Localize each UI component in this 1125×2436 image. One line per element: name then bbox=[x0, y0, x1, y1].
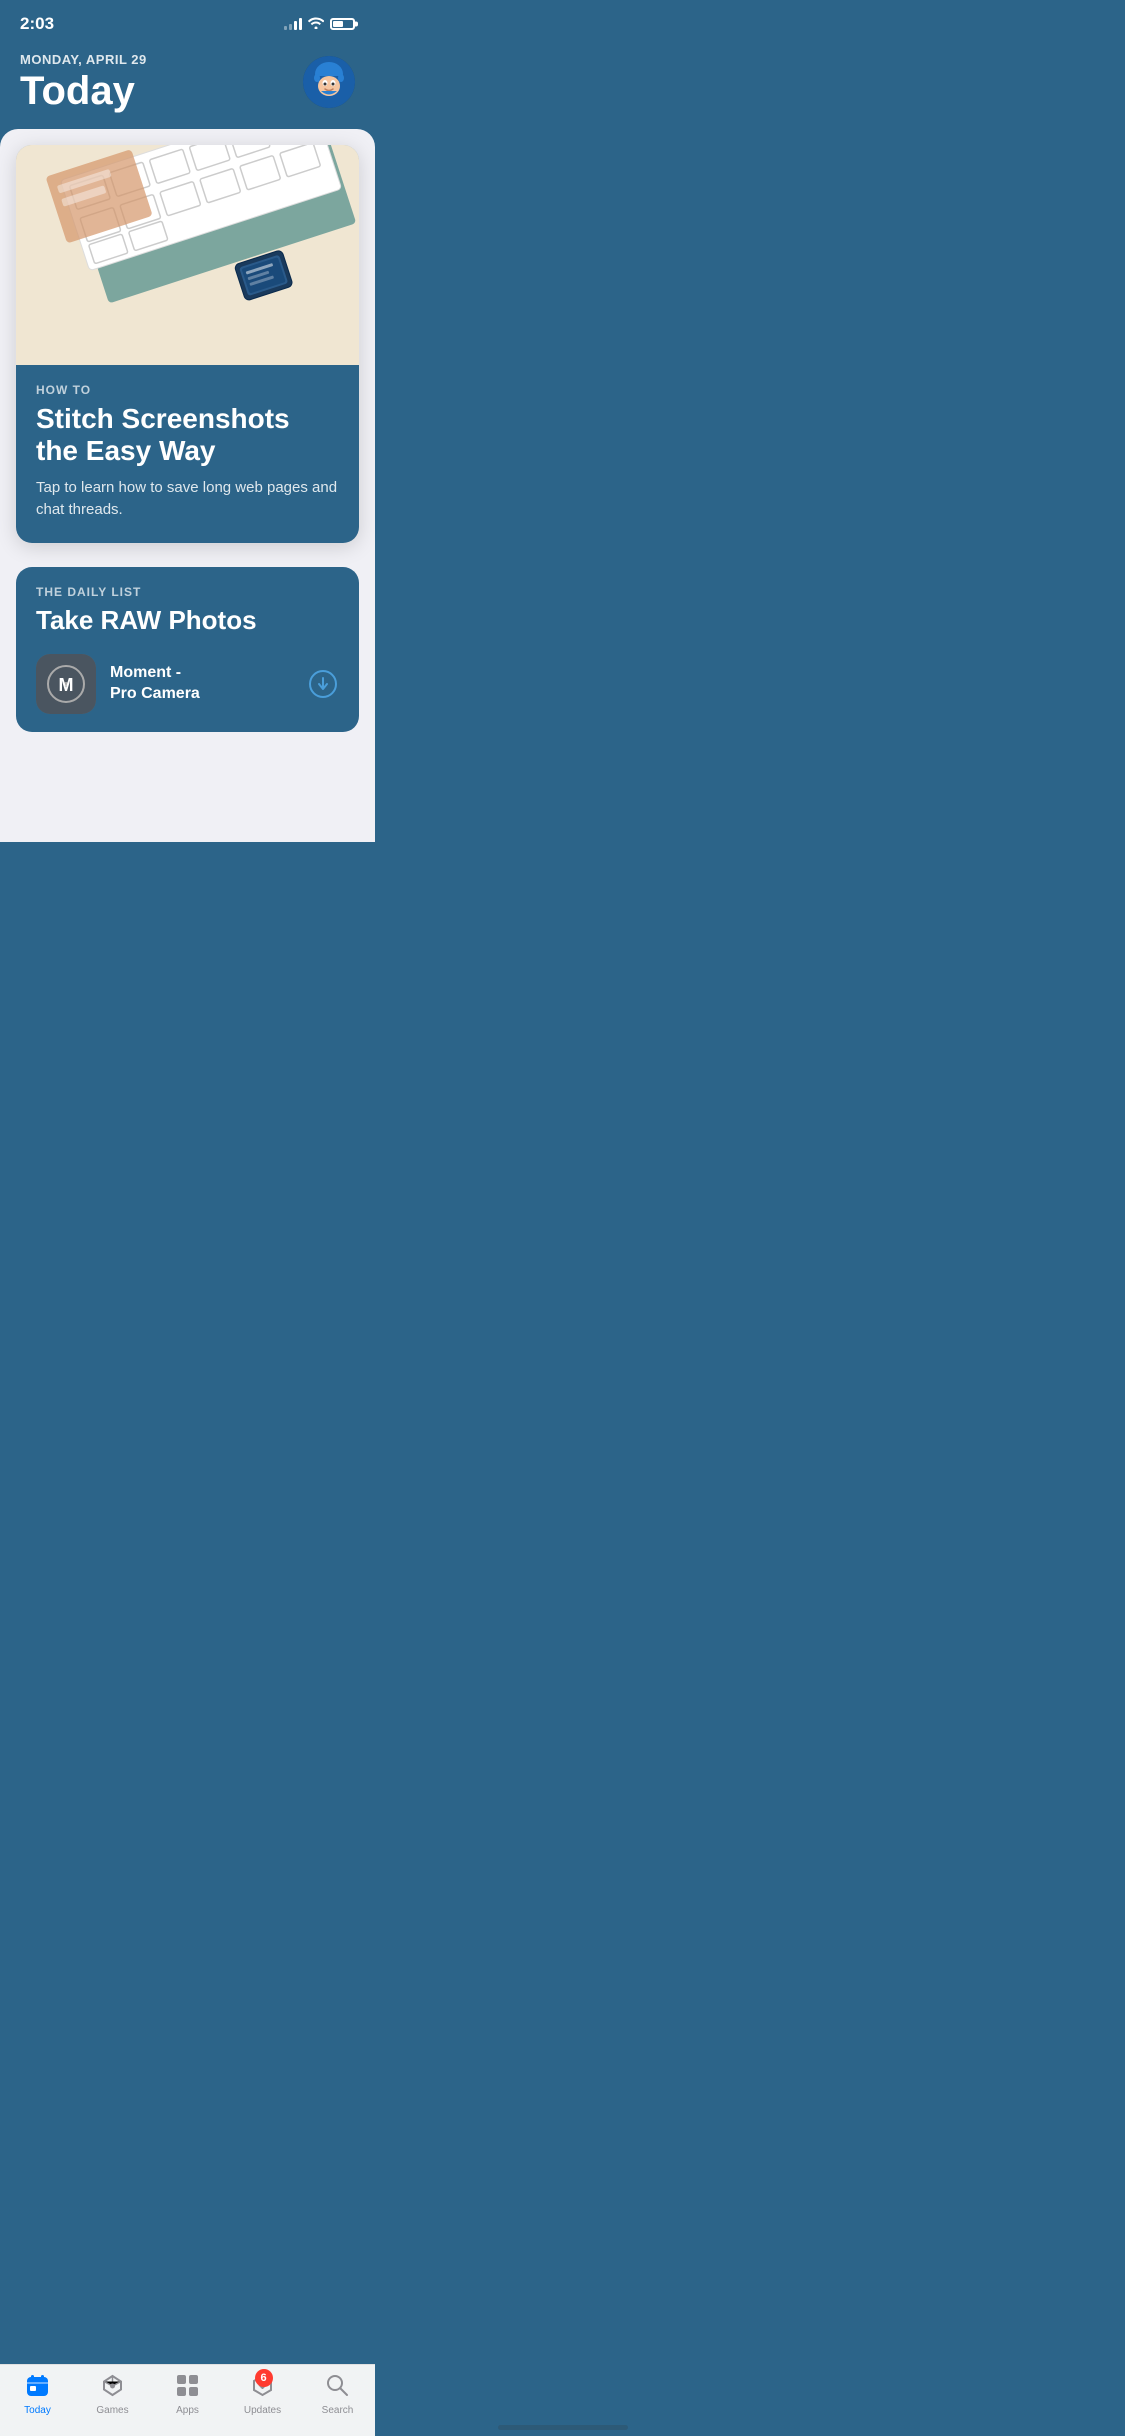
feature-text-block: HOW TO Stitch Screenshots the Easy Way T… bbox=[16, 365, 359, 543]
tab-apps-label: Apps bbox=[176, 2405, 199, 2416]
header-date: Monday, April 29 bbox=[20, 52, 147, 67]
battery-icon bbox=[330, 18, 355, 30]
search-icon bbox=[325, 2373, 350, 2402]
tab-today-label: Today bbox=[24, 2405, 51, 2416]
apps-icon bbox=[175, 2373, 200, 2402]
feature-description: Tap to learn how to save long web pages … bbox=[36, 477, 339, 521]
status-icons bbox=[284, 16, 355, 32]
tab-search-label: Search bbox=[322, 2405, 354, 2416]
tab-search[interactable]: Search bbox=[300, 2373, 375, 2416]
feature-image bbox=[16, 145, 359, 365]
download-button[interactable] bbox=[307, 668, 339, 700]
feature-card[interactable]: HOW TO Stitch Screenshots the Easy Way T… bbox=[16, 145, 359, 543]
tab-updates-label: Updates bbox=[244, 2405, 281, 2416]
feature-headline: Stitch Screenshots the Easy Way bbox=[36, 403, 339, 467]
header: Monday, April 29 Today bbox=[0, 42, 375, 129]
games-icon bbox=[100, 2373, 125, 2402]
today-icon bbox=[25, 2373, 50, 2402]
updates-icon: 6 bbox=[250, 2373, 275, 2402]
status-time: 2:03 bbox=[20, 14, 54, 34]
app-icon: M bbox=[36, 654, 96, 714]
main-content: HOW TO Stitch Screenshots the Easy Way T… bbox=[0, 129, 375, 842]
home-indicator bbox=[498, 2425, 628, 2430]
header-title: Today bbox=[20, 69, 147, 113]
app-info: Moment -Pro Camera bbox=[110, 663, 293, 705]
updates-badge: 6 bbox=[255, 2369, 273, 2387]
tab-today[interactable]: Today bbox=[0, 2373, 75, 2416]
signal-icon bbox=[284, 18, 302, 30]
content-scroll: HOW TO Stitch Screenshots the Easy Way T… bbox=[16, 145, 359, 842]
avatar[interactable] bbox=[303, 56, 355, 108]
feature-eyebrow: HOW TO bbox=[36, 383, 339, 397]
tab-games[interactable]: Games bbox=[75, 2373, 150, 2416]
header-left: Monday, April 29 Today bbox=[20, 52, 147, 113]
status-bar: 2:03 bbox=[0, 0, 375, 42]
tab-updates[interactable]: 6 Updates bbox=[225, 2373, 300, 2416]
app-row[interactable]: M Moment -Pro Camera bbox=[36, 654, 339, 714]
section-title: Take RAW Photos bbox=[36, 605, 339, 636]
daily-list-section[interactable]: THE DAILY LIST Take RAW Photos M Moment … bbox=[16, 567, 359, 732]
svg-text:M: M bbox=[59, 675, 74, 695]
tab-apps[interactable]: Apps bbox=[150, 2373, 225, 2416]
section-eyebrow: THE DAILY LIST bbox=[36, 585, 339, 599]
app-name: Moment -Pro Camera bbox=[110, 663, 293, 705]
tab-games-label: Games bbox=[96, 2405, 128, 2416]
wifi-icon bbox=[308, 16, 324, 32]
tab-bar: Today Games Apps bbox=[0, 2364, 375, 2436]
